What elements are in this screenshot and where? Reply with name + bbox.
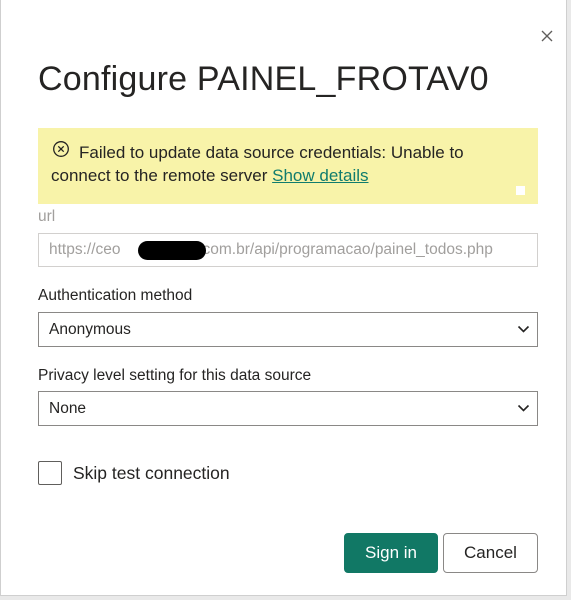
close-button[interactable]: [537, 26, 557, 46]
auth-method-value: Anonymous: [49, 321, 131, 338]
auth-method-label: Authentication method: [38, 287, 193, 304]
skip-test-label[interactable]: Skip test connection: [73, 463, 230, 484]
privacy-level-select[interactable]: None: [38, 391, 538, 426]
url-label: url: [38, 208, 56, 225]
banner-message: Failed to update data source credentials…: [51, 143, 464, 185]
sign-in-button[interactable]: Sign in: [344, 533, 438, 573]
skip-test-checkbox[interactable]: [38, 461, 62, 485]
close-icon: [541, 30, 553, 42]
url-value-prefix: https://ceo: [49, 241, 121, 258]
url-value-suffix: com.br/api/programacao/painel_todos.php: [202, 241, 493, 258]
redaction-mark: [138, 241, 206, 260]
chevron-down-icon: [517, 404, 530, 412]
dialog-title: Configure PAINEL_FROTAV0: [38, 60, 489, 98]
error-banner: Failed to update data source credentials…: [38, 128, 538, 204]
url-input[interactable]: https://ceo com.br/api/programacao/painel…: [38, 233, 538, 267]
auth-method-select[interactable]: Anonymous: [38, 312, 538, 347]
show-details-link[interactable]: Show details: [272, 166, 368, 185]
cancel-button[interactable]: Cancel: [443, 533, 538, 573]
privacy-level-label: Privacy level setting for this data sour…: [38, 367, 312, 384]
privacy-level-value: None: [49, 400, 87, 417]
banner-resize-handle: [516, 186, 525, 195]
configure-dialog: Configure PAINEL_FROTAV0 Failed to updat…: [0, 0, 567, 596]
chevron-down-icon: [517, 325, 530, 333]
